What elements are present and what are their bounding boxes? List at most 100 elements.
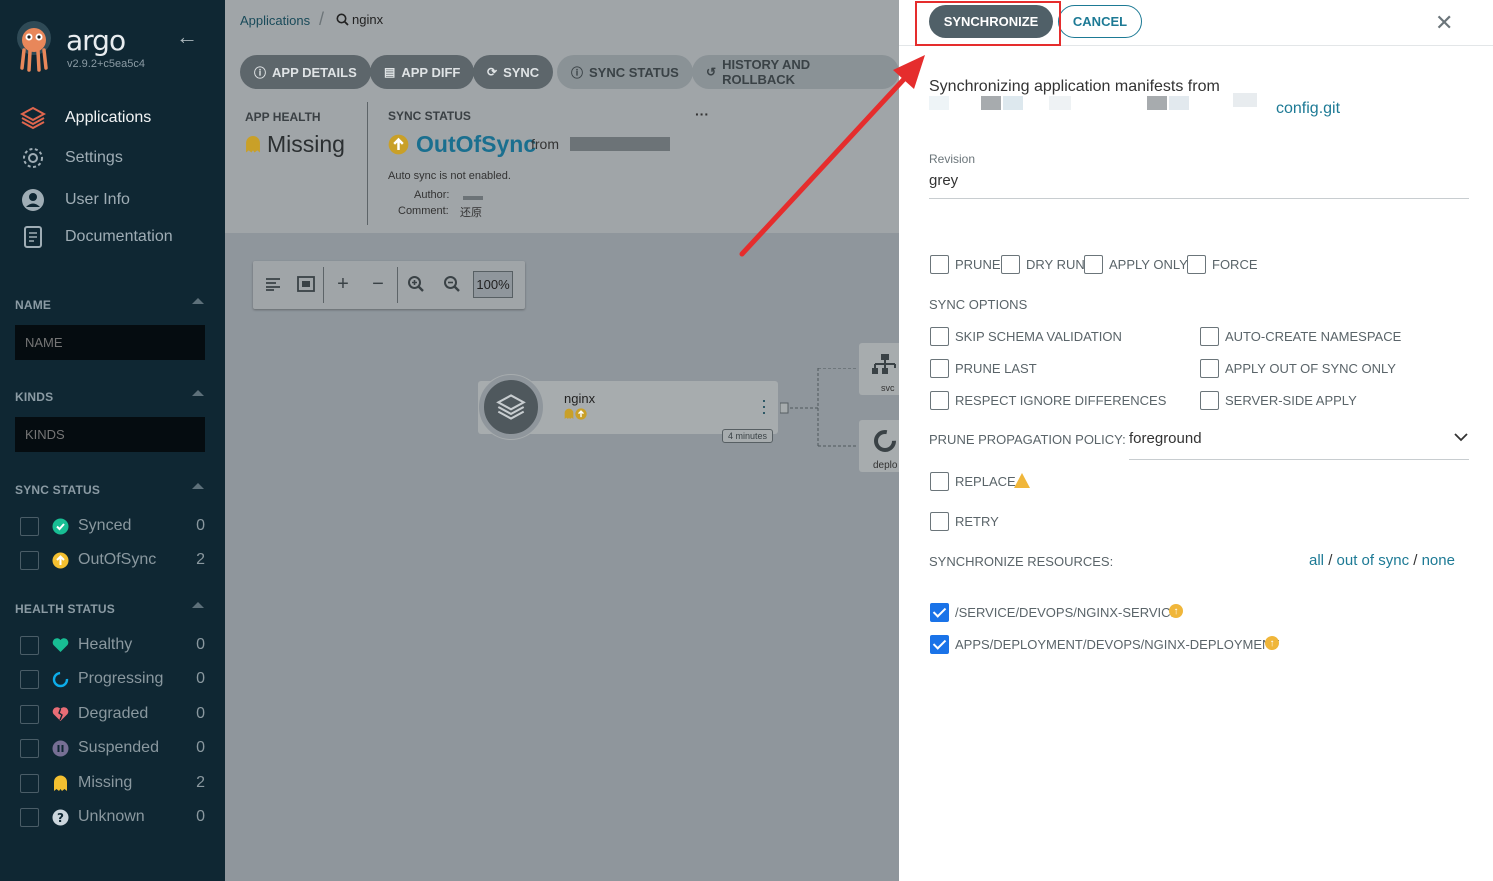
app-details-button[interactable]: ⓘ APP DETAILS — [240, 55, 371, 89]
filter-label: Unknown — [78, 808, 145, 825]
resource-checkbox[interactable] — [930, 603, 949, 622]
filter-degraded[interactable]: Degraded 0 — [20, 702, 205, 726]
filter-healthy[interactable]: Healthy 0 — [20, 633, 205, 657]
history-rollback-button[interactable]: ↺ HISTORY AND ROLLBACK — [692, 55, 899, 89]
arrow-up-circle-icon: ↑ — [1265, 636, 1279, 650]
comment-value: 还原 — [460, 207, 482, 219]
nav-settings-label: Settings — [65, 149, 123, 166]
chevron-down-icon[interactable] — [1454, 432, 1468, 442]
sync-icon: ⟳ — [487, 65, 498, 79]
sync-button[interactable]: ⟳ SYNC — [473, 55, 554, 89]
checkbox[interactable] — [20, 773, 39, 793]
fit-view-icon[interactable] — [295, 273, 317, 295]
version-label: v2.9.2+c5ea5c4 — [67, 58, 145, 70]
filter-label: Synced — [78, 517, 132, 534]
collapse-caret-icon[interactable] — [192, 298, 204, 304]
app-diff-button[interactable]: ▤ APP DIFF — [370, 55, 475, 89]
list-view-icon[interactable] — [262, 273, 284, 295]
collapse-caret-icon[interactable] — [192, 390, 204, 396]
nav-settings[interactable]: Settings — [20, 143, 123, 173]
checkbox[interactable] — [20, 738, 39, 758]
cancel-button[interactable]: CANCEL — [1058, 5, 1142, 38]
service-node[interactable]: svc — [859, 343, 904, 395]
collapse-minus-icon[interactable]: − — [367, 273, 389, 295]
collapse-caret-icon[interactable] — [192, 483, 204, 489]
stack-icon — [20, 105, 46, 131]
graph-toolbar: + − 100% — [253, 261, 525, 309]
brand-name: argo — [66, 24, 126, 57]
resource-selectors: all / out of sync / none — [1309, 552, 1455, 569]
auto-sync-text: Auto sync is not enabled. — [388, 170, 511, 182]
auto-create-namespace-checkbox[interactable] — [1200, 327, 1219, 346]
filter-missing[interactable]: Missing 2 — [20, 771, 205, 795]
comment-label: Comment: — [398, 205, 449, 217]
sync-status-button[interactable]: ⓘ SYNC STATUS — [557, 55, 693, 89]
prune-last-checkbox[interactable] — [930, 359, 949, 378]
collapse-arrow-icon[interactable]: ← — [176, 24, 198, 50]
skip-schema-validation-checkbox[interactable] — [930, 327, 949, 346]
prune-label: PRUNE — [955, 257, 1001, 272]
replace-checkbox[interactable] — [930, 472, 949, 491]
name-filter-input[interactable] — [15, 325, 205, 360]
checkbox[interactable] — [20, 704, 39, 724]
checkbox[interactable] — [20, 669, 39, 689]
zoom-out-icon[interactable] — [441, 273, 463, 295]
select-out-of-sync-link[interactable]: out of sync — [1337, 552, 1410, 569]
checkbox[interactable] — [20, 550, 39, 570]
filter-outofsync[interactable]: OutOfSync 2 — [20, 548, 205, 572]
redacted-block — [1169, 96, 1189, 110]
kinds-section-heading: KINDS — [15, 390, 54, 404]
server-side-apply-checkbox[interactable] — [1200, 391, 1219, 410]
node-menu-icon[interactable]: · · · — [761, 391, 767, 421]
collapse-caret-icon[interactable] — [192, 602, 204, 608]
repo-link[interactable]: config.git — [1276, 100, 1340, 118]
nav-user-info[interactable]: User Info — [20, 185, 130, 215]
nav-documentation[interactable]: Documentation — [20, 222, 173, 252]
deployment-node[interactable]: deplo — [859, 420, 904, 472]
kinds-filter-input[interactable] — [15, 417, 205, 452]
checkbox[interactable] — [20, 516, 39, 536]
resource-checkbox[interactable] — [930, 635, 949, 654]
select-none-link[interactable]: none — [1422, 552, 1455, 569]
option-label: APPLY OUT OF SYNC ONLY — [1225, 361, 1396, 376]
prune-policy-label: PRUNE PROPAGATION POLICY: — [929, 432, 1126, 447]
checkbox[interactable] — [20, 807, 39, 827]
force-checkbox[interactable] — [1187, 255, 1206, 274]
retry-checkbox[interactable] — [930, 512, 949, 531]
author-label: Author: — [414, 189, 450, 201]
apply-only-checkbox[interactable] — [1084, 255, 1103, 274]
filter-synced[interactable]: Synced 0 — [20, 514, 205, 538]
breadcrumb-current[interactable]: nginx — [336, 12, 383, 27]
breadcrumb-applications[interactable]: Applications — [240, 13, 310, 28]
button-label: APP DIFF — [401, 64, 461, 80]
nav-applications-label: Applications — [65, 109, 152, 126]
separator: / — [1328, 552, 1333, 569]
revision-input[interactable]: grey — [929, 172, 958, 189]
prune-policy-select[interactable]: foreground — [1129, 430, 1202, 447]
filter-progressing[interactable]: Progressing 0 — [20, 667, 205, 691]
prune-checkbox[interactable] — [930, 255, 949, 274]
app-node-circle — [479, 375, 543, 439]
zoom-level[interactable]: 100% — [473, 271, 513, 298]
select-all-link[interactable]: all — [1309, 552, 1324, 569]
status-panel — [225, 100, 899, 233]
respect-ignore-differences-checkbox[interactable] — [930, 391, 949, 410]
rotate-icon — [874, 430, 896, 452]
zoom-in-icon[interactable] — [405, 273, 427, 295]
filter-label: Missing — [78, 774, 133, 791]
option-label: AUTO-CREATE NAMESPACE — [1225, 329, 1402, 344]
filter-suspended[interactable]: Suspended 0 — [20, 736, 205, 760]
more-icon[interactable]: ··· — [695, 106, 709, 122]
dry-run-checkbox[interactable] — [1001, 255, 1020, 274]
apply-out-of-sync-only-checkbox[interactable] — [1200, 359, 1219, 378]
breadcrumb-current-label: nginx — [352, 12, 384, 27]
apply-only-label: APPLY ONLY — [1109, 257, 1188, 272]
user-icon — [20, 187, 46, 213]
nav-applications[interactable]: Applications — [20, 103, 151, 133]
spinner-icon — [51, 670, 69, 688]
checkbox[interactable] — [20, 635, 39, 655]
close-icon[interactable]: ✕ — [1435, 10, 1453, 36]
expand-plus-icon[interactable]: + — [332, 273, 354, 295]
stack-icon — [496, 394, 526, 420]
filter-unknown[interactable]: ? Unknown 0 — [20, 805, 205, 829]
